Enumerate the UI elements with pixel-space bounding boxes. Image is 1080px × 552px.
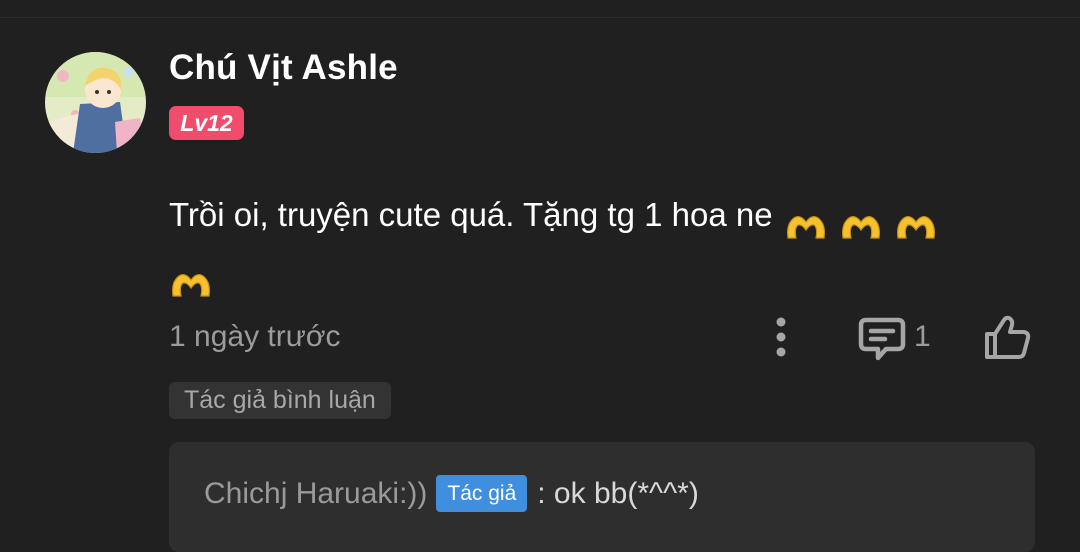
- author-badge: Tác giả: [436, 475, 528, 512]
- thumbs-up-icon[interactable]: [983, 314, 1031, 362]
- reply-text: : ok bb(*^^*): [537, 476, 699, 510]
- more-vertical-icon[interactable]: [770, 316, 792, 360]
- comment-text: Trồi oi, truyện cute quá. Tặng tg 1 hoa …: [169, 196, 773, 233]
- reply-preview[interactable]: Chichj Haruaki:)) Tác giả : ok bb(*^^*): [169, 442, 1035, 552]
- heart-hands-icon: [839, 202, 883, 239]
- heart-hands-icon: [784, 202, 828, 239]
- reply-line: Chichj Haruaki:)) Tác giả : ok bb(*^^*): [204, 475, 699, 512]
- comment-body: Trồi oi, truyện cute quá. Tặng tg 1 hoa …: [169, 186, 1049, 302]
- reply-count: 1: [914, 320, 931, 353]
- level-badge: Lv12: [169, 106, 244, 140]
- heart-hands-icon: [894, 202, 938, 239]
- timestamp: 1 ngày trước: [169, 320, 341, 353]
- reply-comment-icon[interactable]: [858, 316, 906, 362]
- avatar[interactable]: [45, 52, 146, 153]
- top-divider: [0, 17, 1080, 18]
- reply-author[interactable]: Chichj Haruaki:)): [204, 477, 427, 511]
- heart-hands-icon: [169, 260, 213, 297]
- author-comment-label: Tác giả bình luận: [169, 382, 391, 419]
- username[interactable]: Chú Vịt Ashle: [169, 48, 398, 88]
